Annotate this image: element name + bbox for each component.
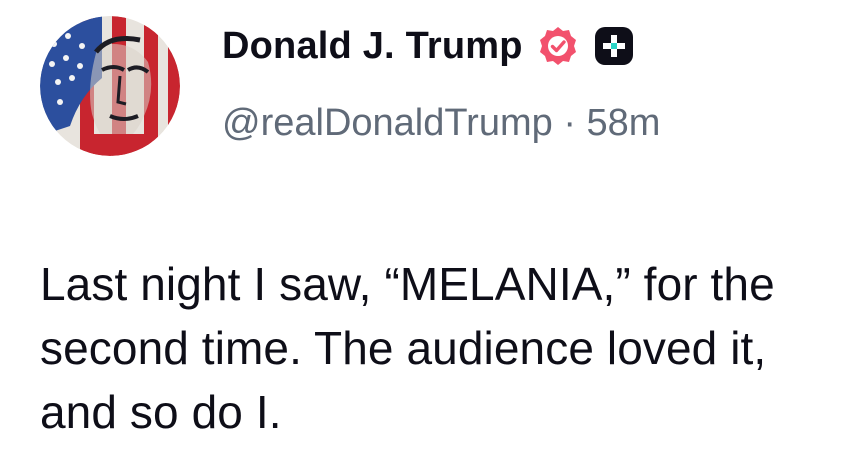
- post-card: Donald J. Trump @realDonaldTrump · 58m L…: [0, 0, 862, 456]
- handle-row: @realDonaldTrump · 58m: [222, 102, 660, 145]
- avatar[interactable]: [40, 16, 180, 156]
- verified-badge-icon: [537, 25, 579, 67]
- separator-dot: ·: [563, 102, 576, 144]
- separator: ·: [563, 102, 586, 144]
- avatar-flag-portrait-image: [40, 16, 180, 156]
- post-text: Last night I saw, “MELANIA,” for the sec…: [40, 258, 775, 438]
- timestamp[interactable]: 58m: [587, 102, 661, 144]
- display-name[interactable]: Donald J. Trump: [222, 25, 523, 68]
- handle[interactable]: @realDonaldTrump: [222, 102, 553, 144]
- name-row: Donald J. Trump: [222, 18, 635, 74]
- plus-badge-icon[interactable]: [593, 25, 635, 67]
